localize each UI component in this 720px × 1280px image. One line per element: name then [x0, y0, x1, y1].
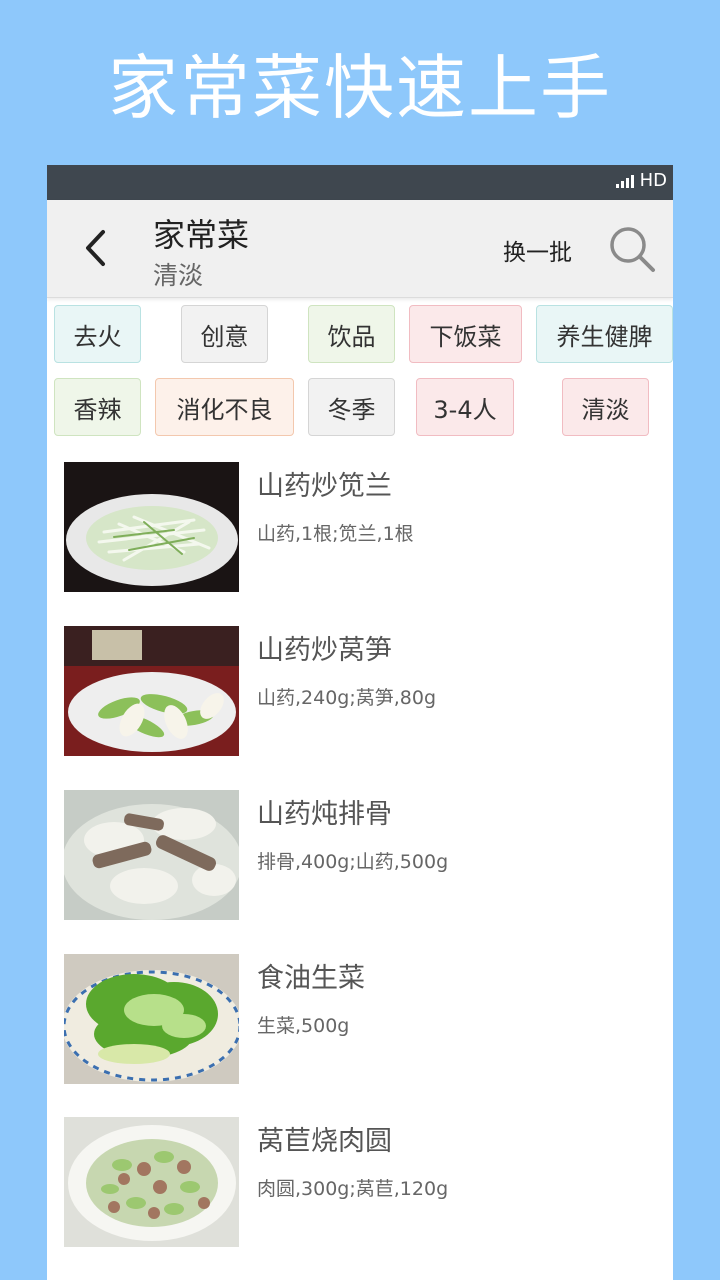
recipe-ingredients: 肉圆,300g;莴苣,120g: [257, 1178, 449, 1200]
recipe-name: 莴苣烧肉圆: [257, 1126, 392, 1157]
recipe-thumbnail: [64, 1117, 239, 1247]
signal-icon: [615, 174, 634, 188]
recipe-name: 山药炒笕兰: [257, 471, 392, 502]
tag-chip[interactable]: 去火: [54, 305, 141, 363]
back-button[interactable]: [77, 228, 117, 268]
recipe-thumbnail: [64, 626, 239, 756]
recipe-item[interactable]: 食油生菜 生菜,500g: [64, 954, 664, 1084]
page-subtitle: 清淡: [153, 261, 204, 290]
search-button[interactable]: [607, 224, 657, 274]
tag-chip[interactable]: 创意: [181, 305, 268, 363]
recipe-ingredients: 山药,1根;笕兰,1根: [257, 523, 414, 545]
recipe-item[interactable]: 山药炒笕兰 山药,1根;笕兰,1根: [64, 462, 664, 592]
tag-chip[interactable]: 消化不良: [155, 378, 294, 436]
recipe-thumbnail: [64, 954, 239, 1084]
tag-chip[interactable]: 下饭菜: [409, 305, 522, 363]
phone-screen: HD 家常菜 清淡 换一批 去火 创意 饮品 下饭菜 养生健脾 香辣 消化不良 …: [47, 165, 673, 1280]
tag-chip[interactable]: 3-4人: [416, 378, 514, 436]
recipe-ingredients: 生菜,500g: [257, 1015, 350, 1037]
recipe-item[interactable]: 山药炒莴笋 山药,240g;莴笋,80g: [64, 626, 664, 756]
tag-chip[interactable]: 饮品: [308, 305, 395, 363]
status-bar: HD: [47, 165, 673, 200]
recipe-thumbnail: [64, 790, 239, 920]
recipe-ingredients: 排骨,400g;山药,500g: [257, 851, 449, 873]
tag-chip[interactable]: 香辣: [54, 378, 141, 436]
search-icon: [610, 227, 655, 272]
recipe-item[interactable]: 山药炖排骨 排骨,400g;山药,500g: [64, 790, 664, 920]
recipe-name: 山药炒莴笋: [257, 635, 392, 666]
page-title: 家常菜: [153, 216, 250, 254]
network-indicator: HD: [639, 170, 667, 191]
recipe-name: 食油生菜: [257, 963, 365, 994]
recipe-item[interactable]: 莴苣烧肉圆 肉圆,300g;莴苣,120g: [64, 1117, 664, 1247]
recipe-name: 山药炖排骨: [257, 799, 392, 830]
back-arrow-icon: [86, 230, 105, 266]
tag-chip[interactable]: 清淡: [562, 378, 649, 436]
promo-title: 家常菜快速上手: [108, 47, 612, 129]
recipe-thumbnail: [64, 462, 239, 592]
refresh-batch-button[interactable]: 换一批: [503, 233, 572, 267]
app-bar: 家常菜 清淡 换一批: [47, 200, 673, 298]
tag-chip[interactable]: 冬季: [308, 378, 395, 436]
tag-chip[interactable]: 养生健脾: [536, 305, 673, 363]
recipe-ingredients: 山药,240g;莴笋,80g: [257, 687, 437, 709]
